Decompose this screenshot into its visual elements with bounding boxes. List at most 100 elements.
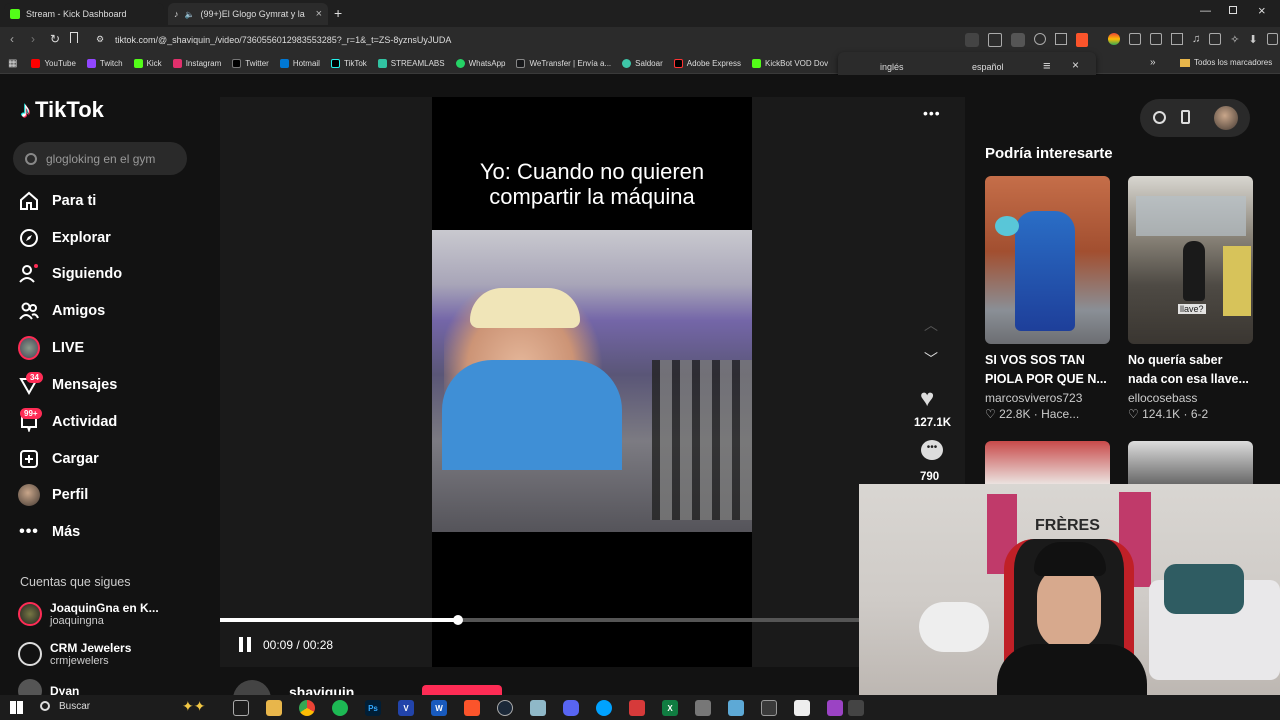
- new-tab-button[interactable]: +: [334, 5, 342, 21]
- app-icon[interactable]: [728, 700, 744, 716]
- bookmark-saldoar[interactable]: Saldoar: [622, 58, 663, 68]
- bookmark-streamlabs[interactable]: STREAMLABS: [377, 58, 445, 68]
- more-options-icon[interactable]: •••: [923, 105, 941, 121]
- app-icon[interactable]: [695, 700, 711, 716]
- tiktok-logo[interactable]: ♪ TikTok: [20, 97, 104, 123]
- bookmark-wetransfer[interactable]: WeTransfer | Envía a...: [516, 58, 611, 68]
- bookmark-twitter[interactable]: Twitter: [232, 58, 269, 68]
- bookmark-kickbot[interactable]: KickBot VOD Dov: [752, 58, 828, 68]
- chrome-icon[interactable]: [299, 700, 315, 716]
- capcut-icon[interactable]: [596, 700, 612, 716]
- extension-icon[interactable]: [1129, 33, 1141, 45]
- bookmark-twitch[interactable]: Twitch: [86, 58, 123, 68]
- app-icon[interactable]: [530, 700, 546, 716]
- reload-icon[interactable]: ↻: [50, 32, 60, 46]
- zoom-icon[interactable]: [1034, 33, 1046, 45]
- shield-icon[interactable]: [1266, 33, 1278, 45]
- bookmark-hotmail[interactable]: Hotmail: [279, 58, 320, 68]
- sidebar-icon[interactable]: [1171, 33, 1183, 45]
- search-input[interactable]: glogloking en el gym: [46, 152, 155, 166]
- vegas-icon[interactable]: V: [398, 700, 414, 716]
- spotify-icon[interactable]: [332, 700, 348, 716]
- nav-mas[interactable]: ••• Más: [18, 521, 80, 543]
- wallet-icon[interactable]: [1209, 33, 1222, 45]
- nav-cargar[interactable]: Cargar: [18, 448, 99, 470]
- app-icon[interactable]: [761, 700, 777, 716]
- excel-icon[interactable]: X: [662, 700, 678, 716]
- next-video-icon[interactable]: ﹀: [924, 349, 938, 369]
- brave-shield-icon[interactable]: [1076, 33, 1088, 47]
- restore-window-icon[interactable]: [1229, 6, 1237, 14]
- voicemod-icon[interactable]: [629, 700, 645, 716]
- address-bar[interactable]: tiktok.com/@_shaviquin_/video/7360556012…: [115, 35, 451, 45]
- file-explorer-icon[interactable]: [266, 700, 282, 716]
- nav-live[interactable]: LIVE: [18, 336, 84, 360]
- previous-video-icon[interactable]: ︿: [924, 315, 938, 335]
- bookmark-icon[interactable]: [70, 32, 78, 43]
- recommended-thumbnail[interactable]: [1128, 441, 1253, 485]
- download-icon[interactable]: ⬇: [1248, 33, 1257, 46]
- back-icon[interactable]: ‹: [10, 32, 14, 46]
- bookmark-whatsapp[interactable]: WhatsApp: [455, 58, 505, 68]
- brave-icon[interactable]: [464, 700, 480, 716]
- minimize-window-icon[interactable]: —: [1200, 5, 1211, 17]
- photoshop-icon[interactable]: Ps: [365, 700, 381, 716]
- bookmark-youtube[interactable]: YouTube: [31, 58, 76, 68]
- following-item[interactable]: CRM Jewelers crmjewelers: [18, 641, 131, 667]
- app-icon[interactable]: [827, 700, 843, 716]
- leo-icon[interactable]: ✧: [1230, 33, 1239, 46]
- bookmark-tiktok[interactable]: TikTok: [330, 58, 367, 68]
- recommended-likes: 22.8K: [999, 407, 1031, 421]
- nav-perfil[interactable]: Perfil: [18, 484, 88, 506]
- nav-para-ti[interactable]: Para ti: [18, 190, 96, 212]
- cast-icon[interactable]: [988, 33, 1002, 47]
- translate-active-icon[interactable]: [1011, 33, 1025, 47]
- gym-clip-image: [432, 230, 752, 532]
- search-box[interactable]: glogloking en el gym: [13, 142, 187, 175]
- music-icon[interactable]: ♫: [1192, 33, 1200, 46]
- bookmark-instagram[interactable]: Instagram: [172, 58, 221, 68]
- taskbar-search[interactable]: Buscar: [59, 701, 90, 712]
- recommended-video-card[interactable]: llave? No quería saber nada con esa llav…: [1128, 176, 1253, 421]
- translate-close-icon[interactable]: ×: [1072, 58, 1079, 72]
- forward-icon[interactable]: ›: [31, 32, 35, 46]
- pause-icon[interactable]: [239, 637, 251, 652]
- video-progress-bar[interactable]: [220, 615, 965, 625]
- translate-options-icon[interactable]: ≡: [1043, 58, 1051, 73]
- nav-amigos[interactable]: Amigos: [18, 300, 105, 322]
- steam-icon[interactable]: [497, 700, 513, 716]
- translate-source-tab[interactable]: inglés: [880, 62, 904, 72]
- nav-siguiendo[interactable]: Siguiendo: [18, 263, 122, 285]
- bookmark-adobe-express[interactable]: Adobe Express: [673, 58, 741, 68]
- bookmark-kick[interactable]: Kick: [133, 58, 162, 68]
- translate-icon[interactable]: [965, 33, 979, 47]
- nav-explorar[interactable]: Explorar: [18, 227, 111, 249]
- discord-icon[interactable]: [563, 700, 579, 716]
- app-icon[interactable]: [848, 700, 864, 716]
- explore-compass-icon[interactable]: [1153, 111, 1166, 124]
- task-view-icon[interactable]: [233, 700, 249, 716]
- site-info-icon[interactable]: ⚙: [96, 34, 104, 45]
- recommended-video-card[interactable]: SI VOS SOS TAN PIOLA POR QUE N... marcos…: [985, 176, 1110, 421]
- translate-target-tab[interactable]: español: [972, 62, 1004, 72]
- puzzle-icon[interactable]: [1150, 33, 1162, 45]
- bookmarks-folder[interactable]: Todos los marcadores: [1180, 58, 1272, 67]
- word-icon[interactable]: W: [431, 700, 447, 716]
- close-tab-icon[interactable]: ×: [316, 8, 322, 20]
- comment-icon[interactable]: •••: [921, 440, 943, 460]
- tab-tiktok-video[interactable]: ♪ 🔈 (99+)El Glogo Gymrat y la Fal ×: [168, 3, 328, 25]
- video-container[interactable]: Yo: Cuando no quieren compartir la máqui…: [220, 97, 965, 667]
- user-avatar[interactable]: [1214, 106, 1238, 130]
- recommended-thumbnail[interactable]: [985, 441, 1110, 485]
- following-item[interactable]: JoaquinGna en K... joaquingna: [18, 601, 159, 627]
- tab-kick-dashboard[interactable]: Stream - Kick Dashboard: [4, 3, 164, 25]
- capcut-alt-icon[interactable]: [794, 700, 810, 716]
- bookmarks-overflow-icon[interactable]: »: [1150, 57, 1156, 68]
- chrome-extension-icon[interactable]: [1108, 33, 1120, 45]
- heart-icon[interactable]: ♥: [920, 385, 934, 413]
- apps-icon[interactable]: ▦: [8, 58, 17, 69]
- device-icon[interactable]: [1181, 110, 1190, 124]
- share-icon[interactable]: [1055, 33, 1067, 45]
- windows-start-icon[interactable]: [10, 701, 23, 714]
- close-window-icon[interactable]: ×: [1258, 3, 1266, 18]
